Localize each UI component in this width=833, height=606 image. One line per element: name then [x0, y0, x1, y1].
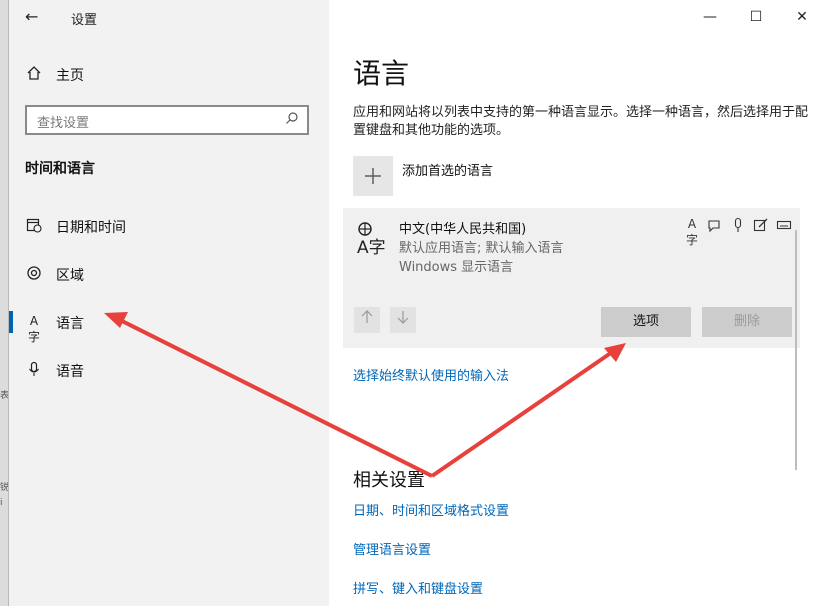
annotation-arrowhead: [604, 343, 626, 362]
annotation-arrow-to-language: [111, 314, 433, 478]
annotation-arrows: [104, 312, 626, 478]
annotation-arrow-to-options: [430, 346, 620, 478]
